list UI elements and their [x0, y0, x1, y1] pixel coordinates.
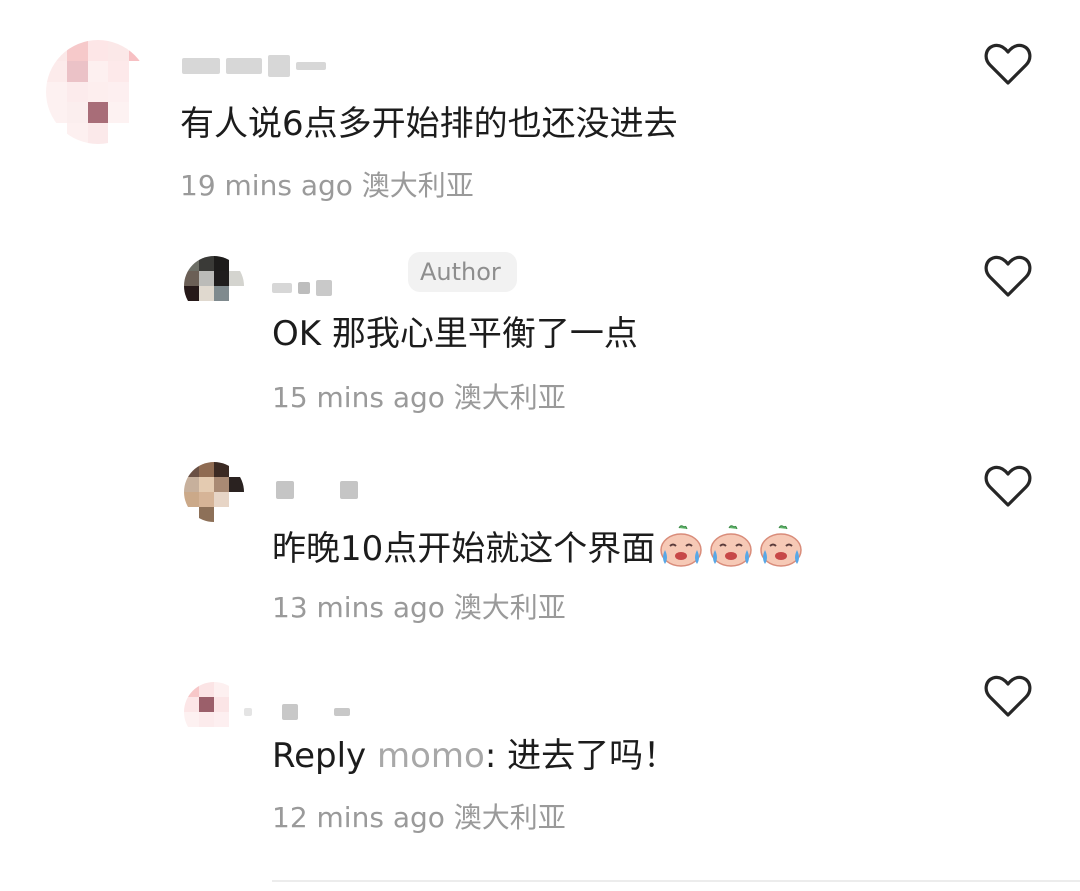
- emoji-group: [657, 524, 805, 568]
- comment-time: 12 mins ago: [272, 801, 445, 834]
- comment-meta: 12 mins ago 澳大利亚: [272, 800, 566, 836]
- comment-location: 澳大利亚: [453, 591, 566, 624]
- comment-time: 15 mins ago: [272, 381, 445, 414]
- comment-meta: 19 mins ago 澳大利亚: [180, 168, 474, 204]
- comment-item: Author OK 那我心里平衡了一点 15 mins ago 澳大利亚: [0, 230, 1080, 430]
- comment-text: Reply momo: 进去了吗！: [272, 734, 677, 778]
- comment-item: Reply momo: 进去了吗！ 12 mins ago 澳大利亚: [0, 650, 1080, 880]
- comment-time: 19 mins ago: [180, 169, 353, 202]
- reply-prefix: Reply: [272, 736, 367, 776]
- comment-text: OK 那我心里平衡了一点: [272, 314, 638, 354]
- comment-text-body: 进去了吗！: [507, 736, 678, 776]
- avatar[interactable]: [184, 682, 244, 742]
- reply-separator: :: [484, 736, 497, 776]
- crying-face-emoji-icon: [660, 525, 703, 567]
- comment-text: 有人说6点多开始排的也还没进去: [180, 104, 678, 144]
- comment-text-body: 昨晚10点开始就这个界面: [272, 529, 656, 569]
- username[interactable]: [244, 702, 350, 722]
- comment-meta: 15 mins ago 澳大利亚: [272, 380, 566, 416]
- comment-item: 昨晚10点开始就这个界面 13 mins ago 澳大利亚: [0, 440, 1080, 640]
- comment-meta: 13 mins ago 澳大利亚: [272, 590, 566, 626]
- username[interactable]: [276, 480, 358, 500]
- heart-outline-icon[interactable]: [984, 42, 1032, 86]
- avatar[interactable]: [46, 40, 150, 144]
- heart-outline-icon[interactable]: [984, 464, 1032, 508]
- avatar[interactable]: [184, 462, 244, 522]
- heart-outline-icon[interactable]: [984, 674, 1032, 718]
- divider: [272, 880, 1080, 882]
- reply-to-username[interactable]: momo: [377, 736, 485, 776]
- heart-outline-icon[interactable]: [984, 254, 1032, 298]
- comment-time: 13 mins ago: [272, 591, 445, 624]
- username[interactable]: [272, 278, 332, 298]
- author-badge: Author: [408, 252, 517, 292]
- comment-location: 澳大利亚: [453, 801, 566, 834]
- comment-text: 昨晚10点开始就这个界面: [272, 524, 805, 571]
- crying-face-emoji-icon: [760, 525, 803, 567]
- comment-location: 澳大利亚: [361, 169, 474, 202]
- comment-item: 有人说6点多开始排的也还没进去 19 mins ago 澳大利亚: [0, 0, 1080, 220]
- avatar[interactable]: [184, 256, 244, 316]
- crying-face-emoji-icon: [710, 525, 753, 567]
- username[interactable]: [182, 55, 326, 77]
- comment-location: 澳大利亚: [453, 381, 566, 414]
